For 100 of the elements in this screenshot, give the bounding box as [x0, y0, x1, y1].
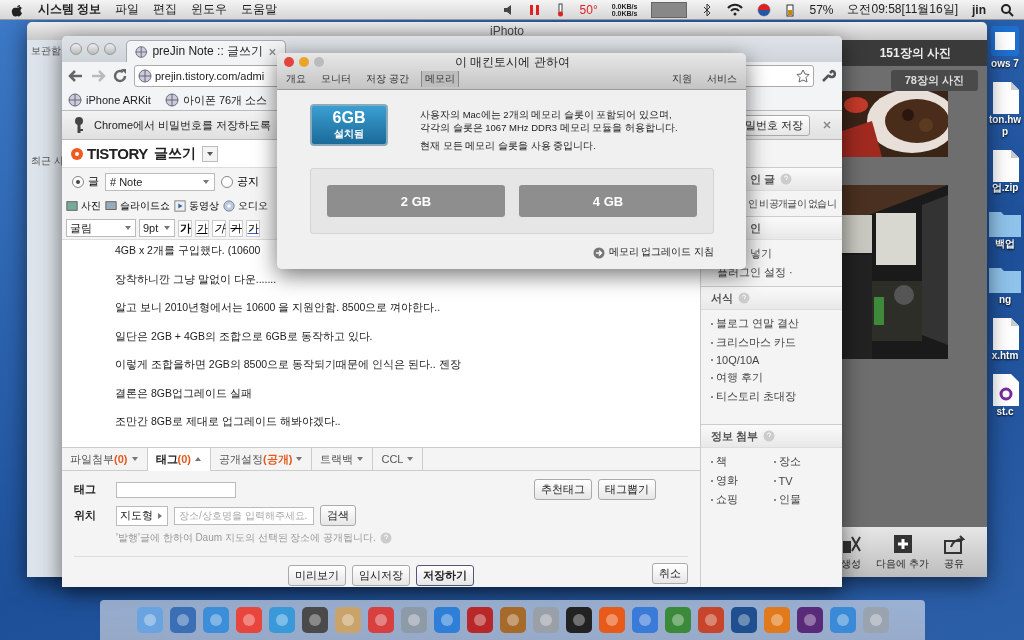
close-icon[interactable]: [822, 120, 832, 130]
info-item[interactable]: 책: [716, 454, 727, 469]
forward-icon[interactable]: [90, 68, 106, 84]
template-item[interactable]: 티스토리 초대장: [716, 389, 797, 404]
zoom-button[interactable]: [314, 57, 324, 67]
tag-field[interactable]: [116, 481, 236, 498]
speaker-icon[interactable]: [501, 2, 514, 17]
template-item[interactable]: 10Q/10A: [716, 354, 760, 366]
tab[interactable]: 공개설정(공개): [211, 448, 313, 470]
action-button[interactable]: 미리보기: [288, 565, 346, 586]
info-item[interactable]: 장소: [778, 454, 801, 469]
format-button[interactable]: 가: [195, 219, 209, 237]
menu-item[interactable]: 파일: [115, 1, 140, 18]
section-heading: 서식: [711, 290, 733, 306]
size-select[interactable]: 9pt: [139, 219, 175, 237]
toolbar-button[interactable]: 공유: [943, 533, 965, 571]
action-button[interactable]: 저장하기: [416, 565, 474, 586]
wifi-icon[interactable]: [727, 2, 744, 17]
template-item[interactable]: 블로그 연말 결산: [716, 316, 800, 331]
menu-item[interactable]: 윈도우: [191, 1, 228, 18]
bookmark[interactable]: 아이폰 76개 소스: [164, 92, 268, 108]
window-button[interactable]: [70, 43, 82, 55]
tab[interactable]: CCL: [373, 448, 424, 470]
cancel-button[interactable]: 취소: [652, 563, 688, 584]
tab[interactable]: 모니터: [318, 71, 354, 87]
format-button[interactable]: 가: [229, 219, 243, 237]
editor-title: 글쓰기: [153, 144, 196, 163]
wrench-icon[interactable]: [820, 68, 836, 84]
close-icon[interactable]: [268, 46, 277, 57]
tag-button[interactable]: 추천태그: [534, 479, 592, 500]
tag-button[interactable]: 태그뽑기: [598, 479, 656, 500]
place-field[interactable]: 장소/상호명을 입력해주세요.: [174, 506, 314, 525]
app-icon[interactable]: [795, 606, 824, 634]
category-select[interactable]: # Note: [105, 172, 215, 191]
toolbar-link[interactable]: 지원: [669, 71, 695, 87]
help-icon[interactable]: [780, 173, 793, 185]
menu-item[interactable]: 시스템 정보: [38, 1, 102, 18]
globe-icon: [135, 44, 148, 59]
tab[interactable]: 개요: [283, 71, 309, 87]
help-icon[interactable]: [763, 430, 776, 442]
media-button[interactable]: 사진: [66, 199, 101, 213]
back-icon[interactable]: [68, 68, 84, 84]
window-button[interactable]: [87, 43, 99, 55]
menu-item[interactable]: 도움말: [241, 1, 278, 18]
format-button[interactable]: 가: [212, 219, 226, 237]
paragraph: 일단은 2GB + 4GB의 조합으로 6GB로 동작하고 있다.: [115, 328, 373, 344]
map-type-select[interactable]: 지도형: [116, 505, 168, 526]
search-button[interactable]: 검색: [320, 505, 356, 526]
info-item[interactable]: 쇼핑: [716, 492, 738, 507]
tab[interactable]: 저장 공간: [363, 71, 412, 87]
info-item[interactable]: TV: [778, 474, 793, 487]
menu-item[interactable]: 편집: [153, 1, 178, 18]
tab[interactable]: 파일첨부(0): [62, 448, 148, 470]
caret-icon: [194, 455, 203, 463]
post-type-option[interactable]: 공지: [221, 174, 259, 189]
reload-icon[interactable]: [112, 68, 128, 84]
input-source-icon[interactable]: [757, 2, 772, 17]
close-button[interactable]: [284, 57, 294, 67]
battery-icon[interactable]: [785, 2, 796, 17]
caret-icon: [124, 224, 132, 232]
font-select[interactable]: 굴림: [66, 219, 136, 237]
clock[interactable]: 오전09:58[11월16일]: [847, 1, 958, 18]
post-type-option[interactable]: 글: [72, 174, 99, 189]
app-icon[interactable]: [300, 606, 329, 634]
action-button[interactable]: 임시저장: [352, 565, 410, 586]
format-button[interactable]: 가: [178, 219, 192, 237]
usage-graph: [651, 1, 688, 18]
toolbar-link[interactable]: 서비스: [704, 71, 740, 87]
user-name[interactable]: jin: [972, 2, 986, 17]
apple-icon[interactable]: [10, 2, 24, 17]
minimize-button[interactable]: [299, 57, 309, 67]
bookmark[interactable]: iPhone ARKit: [68, 93, 151, 107]
file-name: ton.hw: [988, 114, 1022, 126]
format-button[interactable]: 가: [246, 219, 260, 237]
app-icon[interactable]: [729, 606, 758, 634]
tab[interactable]: 트랙백: [312, 448, 374, 470]
toolbar-button[interactable]: 다음에 추가: [876, 533, 929, 571]
bullet-icon: [773, 479, 776, 482]
pause-icon[interactable]: [527, 2, 541, 17]
media-button[interactable]: 동영상: [174, 199, 219, 213]
template-item[interactable]: 크리스마스 카드: [716, 335, 797, 350]
help-icon[interactable]: [738, 292, 750, 304]
upgrade-link[interactable]: 메모리 업그레이드 지침: [592, 246, 714, 259]
tab[interactable]: 태그(0): [147, 448, 212, 471]
help-icon[interactable]: [379, 532, 392, 544]
paragraph: 알고 보니 2010년형에서는 10600 을 지원안함. 8500으로 껴야한다..: [115, 300, 441, 315]
tab[interactable]: 메모리: [420, 71, 459, 87]
media-button[interactable]: 오디오: [223, 199, 268, 213]
window-button[interactable]: [104, 43, 116, 55]
dropdown-button[interactable]: [201, 145, 218, 162]
info-item[interactable]: 인물: [778, 492, 801, 507]
info-item[interactable]: 영화: [716, 473, 738, 488]
toolbar-button[interactable]: 생성: [840, 533, 863, 571]
star-icon[interactable]: [796, 69, 810, 83]
template-item[interactable]: 여행 후기: [716, 370, 764, 385]
logo-icon: [70, 146, 84, 161]
browser-tab[interactable]: preJin Note :: 글쓰기: [126, 40, 286, 62]
app-icon[interactable]: [564, 606, 593, 634]
media-button[interactable]: 슬라이드쇼: [105, 199, 170, 213]
search-icon[interactable]: [1000, 2, 1014, 17]
